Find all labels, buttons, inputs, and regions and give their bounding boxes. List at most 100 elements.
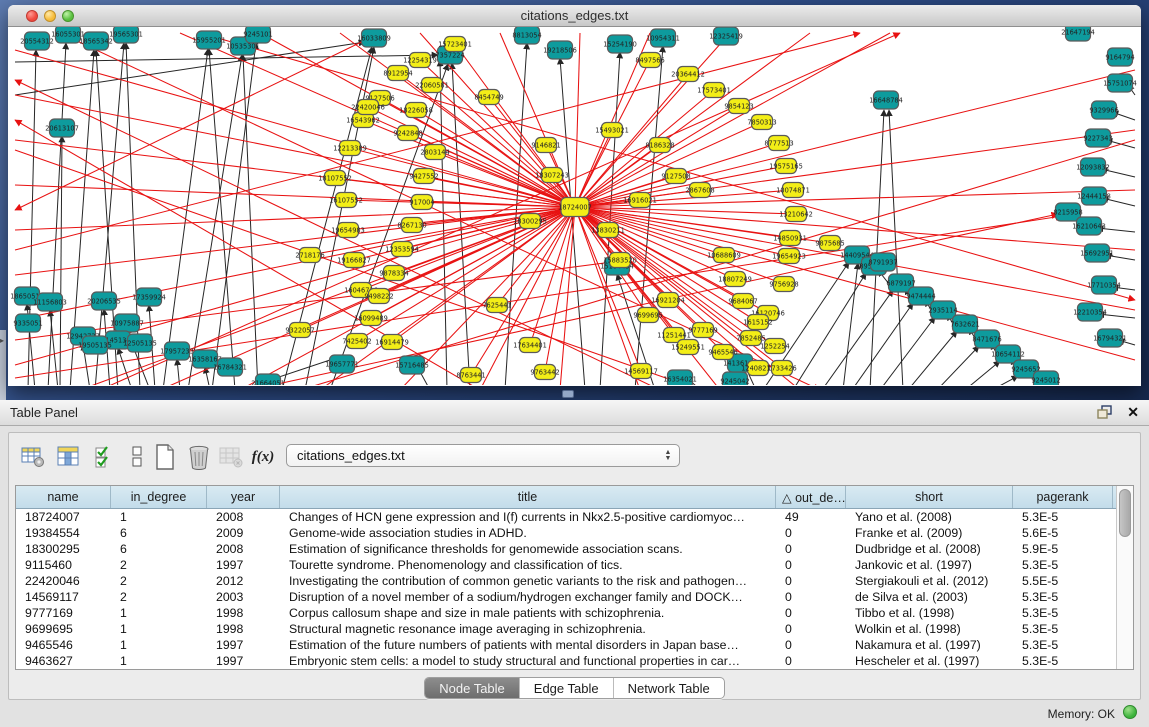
graph-node[interactable]: 9127508 <box>661 169 690 184</box>
network-table-selector[interactable]: citations_edges.txt ▲▼ <box>286 444 680 467</box>
graph-node[interactable]: 16354021 <box>663 370 697 385</box>
graph-node[interactable]: 8497566 <box>635 53 664 68</box>
graph-node[interactable]: 2718176 <box>295 248 324 263</box>
graph-node[interactable]: 8912954 <box>383 66 412 81</box>
graph-node[interactable]: 9756928 <box>769 277 798 292</box>
graph-node[interactable]: 2867608 <box>685 183 714 198</box>
graph-node[interactable]: 11156803 <box>33 293 67 311</box>
graph-node[interactable]: 10954311 <box>646 29 680 47</box>
table-row[interactable]: 1872400712008Changes of HCN gene express… <box>16 509 1116 525</box>
graph-node[interactable]: 19654923 <box>772 249 806 264</box>
graph-node[interactable]: 9498222 <box>364 289 393 304</box>
graph-node[interactable]: 21664051 <box>251 374 285 385</box>
graph-node[interactable]: 18724007 <box>558 198 592 217</box>
graph-node[interactable]: 8813054 <box>512 27 541 44</box>
panel-splitter-grip[interactable] <box>562 390 574 398</box>
column-header-in_degree[interactable]: in_degree <box>111 486 207 508</box>
graph-node[interactable]: 8454749 <box>474 90 503 105</box>
graph-node[interactable]: 2803144 <box>420 145 449 160</box>
graph-node[interactable]: 15716485 <box>395 356 429 374</box>
graph-node[interactable]: 10975887 <box>110 314 144 332</box>
graph-node[interactable]: 9245012 <box>1031 371 1060 385</box>
graph-node[interactable]: 18226058 <box>399 103 433 118</box>
close-panel-icon[interactable]: ✕ <box>1127 404 1139 420</box>
graph-node[interactable]: 15254190 <box>603 35 637 53</box>
select-all-checks-icon[interactable] <box>91 443 119 471</box>
graph-node[interactable]: 18300295 <box>513 214 547 229</box>
graph-node[interactable]: 8763441 <box>456 368 485 383</box>
window-titlebar[interactable]: citations_edges.txt <box>8 5 1141 27</box>
tab-edge-table[interactable]: Edge Table <box>520 678 614 698</box>
graph-node[interactable]: 17634401 <box>513 338 547 353</box>
graph-node[interactable]: 9146821 <box>531 138 560 153</box>
new-file-icon[interactable] <box>151 443 179 471</box>
table-row[interactable]: 911546021997Tourette syndrome. Phenomeno… <box>16 557 1116 573</box>
graph-node[interactable]: 16784321 <box>213 358 247 376</box>
graph-node[interactable]: 10688609 <box>707 248 741 263</box>
graph-node[interactable]: 19505135 <box>78 336 112 354</box>
graph-node[interactable]: 19657771 <box>325 355 359 373</box>
graph-node[interactable]: 12444158 <box>1077 187 1111 205</box>
graph-node[interactable]: 1252254 <box>760 339 789 354</box>
graph-node[interactable]: 1615152 <box>743 315 772 330</box>
graph-node[interactable]: 18565342 <box>79 32 113 50</box>
tab-network-table[interactable]: Network Table <box>614 678 724 698</box>
network-graph[interactable]: 2055431216055301185653421956530115955201… <box>9 27 1140 385</box>
graph-node[interactable]: 7850313 <box>747 115 776 130</box>
graph-node[interactable]: 15751074 <box>1103 74 1137 92</box>
float-panel-icon[interactable] <box>1097 405 1113 419</box>
graph-node[interactable]: 8186328 <box>645 138 674 153</box>
select-columns-icon[interactable] <box>55 443 83 471</box>
graph-node[interactable]: 9335051 <box>13 314 42 332</box>
graph-node[interactable]: 17359924 <box>132 288 166 306</box>
graph-node[interactable]: 16210643 <box>1072 217 1106 235</box>
column-header-name[interactable]: name <box>16 486 111 508</box>
collapsed-panel-tab[interactable]: ▸ <box>0 330 6 400</box>
function-icon[interactable]: f(x) <box>249 443 277 471</box>
graph-node[interactable]: 9875685 <box>815 236 844 251</box>
table-settings-icon[interactable] <box>19 443 47 471</box>
graph-node[interactable]: 9322057 <box>285 323 314 338</box>
graph-node[interactable]: 9465546 <box>708 345 737 360</box>
table-row[interactable]: 1456911722003Disruption of a novel membe… <box>16 589 1116 605</box>
graph-node[interactable]: 8791937 <box>868 253 897 271</box>
column-header-out_de[interactable]: △ out_de… <box>776 486 846 508</box>
table-row[interactable]: 1938455462009Genome-wide association stu… <box>16 525 1116 541</box>
graph-node[interactable]: 9245042 <box>720 372 749 385</box>
graph-node[interactable]: 14850931 <box>773 231 807 246</box>
graph-node[interactable]: 19575165 <box>769 159 803 174</box>
graph-node[interactable]: 20554312 <box>20 32 54 50</box>
graph-node[interactable]: 7632621 <box>950 315 979 333</box>
graph-node[interactable]: 7625441 <box>482 298 511 313</box>
graph-node[interactable]: 12210354 <box>1073 303 1107 321</box>
graph-node[interactable]: 9777169 <box>688 323 717 338</box>
graph-node[interactable]: 21647194 <box>1061 27 1095 41</box>
graph-node[interactable]: 15692951 <box>1080 244 1114 262</box>
graph-node[interactable]: 9684067 <box>728 294 757 309</box>
graph-node[interactable]: 9763442 <box>530 365 559 380</box>
graph-node[interactable]: 9427552 <box>409 169 438 184</box>
graph-node[interactable]: 20206535 <box>87 292 121 310</box>
table-vertical-scrollbar[interactable] <box>1116 486 1133 669</box>
graph-node[interactable]: 9242848 <box>393 126 422 141</box>
graph-node[interactable]: 19166827 <box>337 253 371 268</box>
graph-node[interactable]: 17710354 <box>1087 276 1121 294</box>
table-row[interactable]: 1830029562008Estimation of significance … <box>16 541 1116 557</box>
network-canvas[interactable]: 2055431216055301185653421956530115955201… <box>9 27 1140 385</box>
graph-node[interactable]: 12505135 <box>123 334 157 352</box>
graph-node[interactable]: 16648784 <box>869 91 903 109</box>
graph-node[interactable]: 9245101 <box>243 27 272 43</box>
graph-node[interactable]: 19565301 <box>109 27 143 43</box>
graph-node[interactable]: 8471676 <box>972 330 1001 348</box>
graph-node[interactable]: 2935114 <box>928 301 957 319</box>
column-header-year[interactable]: year <box>207 486 280 508</box>
column-header-title[interactable]: title <box>280 486 776 508</box>
table-row[interactable]: 2242004622012Investigating the contribut… <box>16 573 1116 589</box>
graph-node[interactable]: 15955201 <box>192 31 226 49</box>
graph-node[interactable]: 16099489 <box>354 311 388 326</box>
table-row[interactable]: 946362711997Embryonic stem cells: a mode… <box>16 653 1116 669</box>
tab-node-table[interactable]: Node Table <box>425 678 520 698</box>
graph-node[interactable]: 9854123 <box>724 99 753 114</box>
column-header-short[interactable]: short <box>846 486 1013 508</box>
graph-node[interactable]: 12325419 <box>709 27 743 45</box>
